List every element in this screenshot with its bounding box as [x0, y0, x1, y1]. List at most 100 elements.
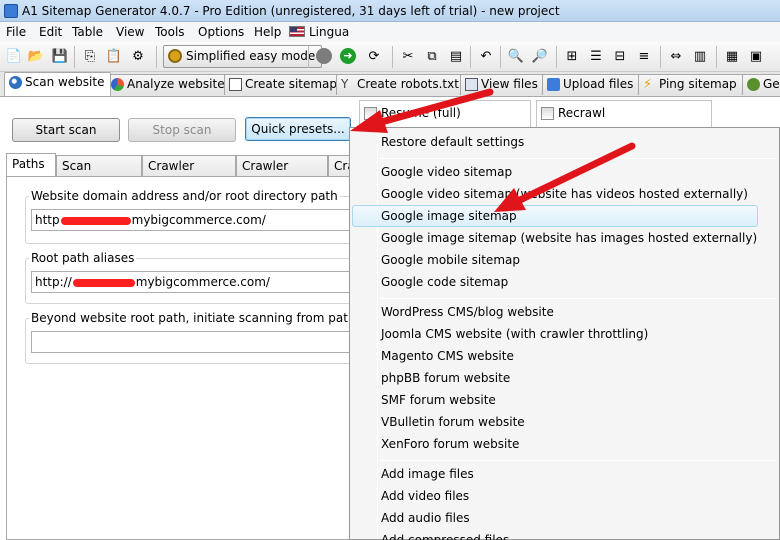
stop-icon[interactable]	[316, 48, 332, 64]
paste-icon[interactable]: ▤	[446, 46, 466, 66]
window-title: A1 Sitemap Generator 4.0.7 - Pro Edition…	[22, 4, 560, 18]
menu-table[interactable]: Table	[72, 25, 103, 39]
subtab-paths[interactable]: Paths	[6, 153, 56, 177]
menu-item-google-mobile[interactable]: Google mobile sitemap	[352, 249, 758, 271]
layout-icon[interactable]: ▦	[722, 46, 742, 66]
toolbar-separator	[660, 46, 661, 68]
title-bar: A1 Sitemap Generator 4.0.7 - Pro Edition…	[0, 0, 780, 22]
columns-icon[interactable]: ▥	[690, 46, 710, 66]
beyond-label: Beyond website root path, initiate scann…	[29, 311, 364, 325]
tab-scan-website[interactable]: Scan website	[4, 72, 112, 96]
menu-view[interactable]: View	[116, 25, 144, 39]
domain-prefix: http	[35, 213, 60, 227]
redaction-mark	[72, 278, 135, 287]
tab-upload-files[interactable]: Upload files	[542, 74, 641, 95]
cut-icon[interactable]: ✂	[398, 46, 418, 66]
quick-presets-button[interactable]: Quick presets...	[245, 117, 351, 141]
tab-create-sitemap[interactable]: Create sitemap	[224, 74, 345, 95]
tree-view-icon[interactable]: ☰	[586, 46, 606, 66]
menu-item-add-audio-files[interactable]: Add audio files	[352, 507, 758, 529]
quick-presets-menu: Restore default settings Google video si…	[349, 127, 780, 540]
subtab-crawler-options[interactable]: Crawler options	[142, 155, 236, 193]
menu-help[interactable]: Help	[254, 25, 281, 39]
menu-lingua[interactable]: Lingua	[309, 25, 349, 39]
tab-more[interactable]: Ge	[742, 74, 780, 95]
resume-label: Resume (full)	[381, 106, 461, 120]
panel-icon[interactable]: ▣	[746, 46, 766, 66]
menu-item-add-image-files[interactable]: Add image files	[352, 463, 758, 485]
menu-item-joomla[interactable]: Joomla CMS website (with crawler throttl…	[352, 323, 758, 345]
resume-checkbox[interactable]	[364, 107, 377, 120]
tree-collapse-icon[interactable]: ⊟	[610, 46, 630, 66]
recrawl-label: Recrawl	[558, 106, 606, 120]
beyond-field[interactable]	[31, 331, 351, 353]
tab-create-robots[interactable]: Y Create robots.txt	[336, 74, 466, 95]
tab-ping-sitemap[interactable]: ⚡ Ping sitemap	[638, 74, 744, 95]
menu-tools[interactable]: Tools	[155, 25, 185, 39]
menu-separator	[380, 158, 776, 159]
menu-bar: File Edit Table View Tools Options Help …	[0, 22, 780, 42]
undo-icon[interactable]: ↶	[476, 46, 496, 66]
copy-icon[interactable]: ⧉	[422, 46, 442, 66]
tab-label: Upload files	[563, 77, 634, 91]
aliases-field[interactable]: http:// mybigcommerce.com/	[31, 271, 351, 293]
menu-item-google-video-external[interactable]: Google video sitemap (website has videos…	[352, 183, 758, 205]
menu-item-phpbb[interactable]: phpBB forum website	[352, 367, 758, 389]
gear-icon	[168, 49, 182, 63]
toolbar-separator	[470, 46, 471, 68]
subtab-crawler-engine[interactable]: Crawler engine	[236, 155, 328, 193]
toolbar-separator	[556, 46, 557, 68]
menu-item-google-image-external[interactable]: Google image sitemap (website has images…	[352, 227, 758, 249]
save-icon[interactable]: 💾	[50, 46, 70, 66]
settings-icon[interactable]: ⚙	[128, 46, 148, 66]
domain-field[interactable]: http mybigcommerce.com/	[31, 209, 351, 231]
app-icon	[4, 4, 18, 18]
tab-analyze-website[interactable]: Analyze website	[106, 74, 232, 95]
align-icon[interactable]: ⇔	[666, 46, 686, 66]
list-view-icon[interactable]: ≡	[634, 46, 654, 66]
find-next-icon[interactable]: 🔎	[530, 46, 550, 66]
menu-item-xenforo[interactable]: XenForo forum website	[352, 433, 758, 455]
go-icon[interactable]: ➜	[340, 48, 356, 64]
menu-file[interactable]: File	[6, 25, 26, 39]
menu-item-wordpress[interactable]: WordPress CMS/blog website	[352, 301, 758, 323]
domain-label: Website domain address and/or root direc…	[29, 189, 340, 203]
domain-suffix: mybigcommerce.com/	[131, 213, 266, 227]
menu-item-smf[interactable]: SMF forum website	[352, 389, 758, 411]
menu-item-restore-defaults[interactable]: Restore default settings	[352, 131, 758, 153]
menu-item-vbulletin[interactable]: VBulletin forum website	[352, 411, 758, 433]
menu-item-add-video-files[interactable]: Add video files	[352, 485, 758, 507]
menu-item-google-code[interactable]: Google code sitemap	[352, 271, 758, 293]
stop-scan-button: Stop scan	[128, 118, 236, 142]
menu-edit[interactable]: Edit	[39, 25, 62, 39]
sitemap-icon	[229, 78, 242, 91]
tab-label: View files	[481, 77, 538, 91]
refresh-icon[interactable]: ⟳	[364, 46, 384, 66]
tab-label: Ping sitemap	[659, 77, 737, 91]
paste-project-icon[interactable]: 📋	[104, 46, 124, 66]
subtab-scan-progress[interactable]: Scan progress	[56, 155, 142, 193]
lightning-icon: ⚡	[643, 77, 653, 92]
menu-item-google-image[interactable]: Google image sitemap	[352, 205, 758, 227]
new-file-icon[interactable]: 📄	[4, 46, 24, 66]
copy-project-icon[interactable]: ⎘	[80, 46, 100, 66]
mode-label: Simplified easy mode	[186, 49, 316, 63]
menu-item-magento[interactable]: Magento CMS website	[352, 345, 758, 367]
tab-view-files[interactable]: View files	[460, 74, 545, 95]
recrawl-checkbox[interactable]	[541, 107, 554, 120]
tree-expand-icon[interactable]: ⊞	[562, 46, 582, 66]
find-icon[interactable]: 🔍	[506, 46, 526, 66]
flag-icon	[289, 26, 305, 37]
filter-icon: Y	[341, 77, 349, 91]
open-folder-icon[interactable]: 📂	[26, 46, 46, 66]
start-scan-button[interactable]: Start scan	[12, 118, 120, 142]
toolbar-separator	[156, 46, 157, 68]
menu-separator	[380, 460, 776, 461]
menu-item-add-compressed-files[interactable]: Add compressed files	[352, 529, 758, 540]
main-tabs: Scan website Analyze website Create site…	[0, 72, 780, 96]
toolbar-separator	[308, 46, 309, 68]
menu-item-google-video[interactable]: Google video sitemap	[352, 161, 758, 183]
menu-options[interactable]: Options	[198, 25, 244, 39]
simplified-mode-button[interactable]: Simplified easy mode	[163, 45, 323, 68]
tab-label: Scan website	[25, 75, 105, 89]
